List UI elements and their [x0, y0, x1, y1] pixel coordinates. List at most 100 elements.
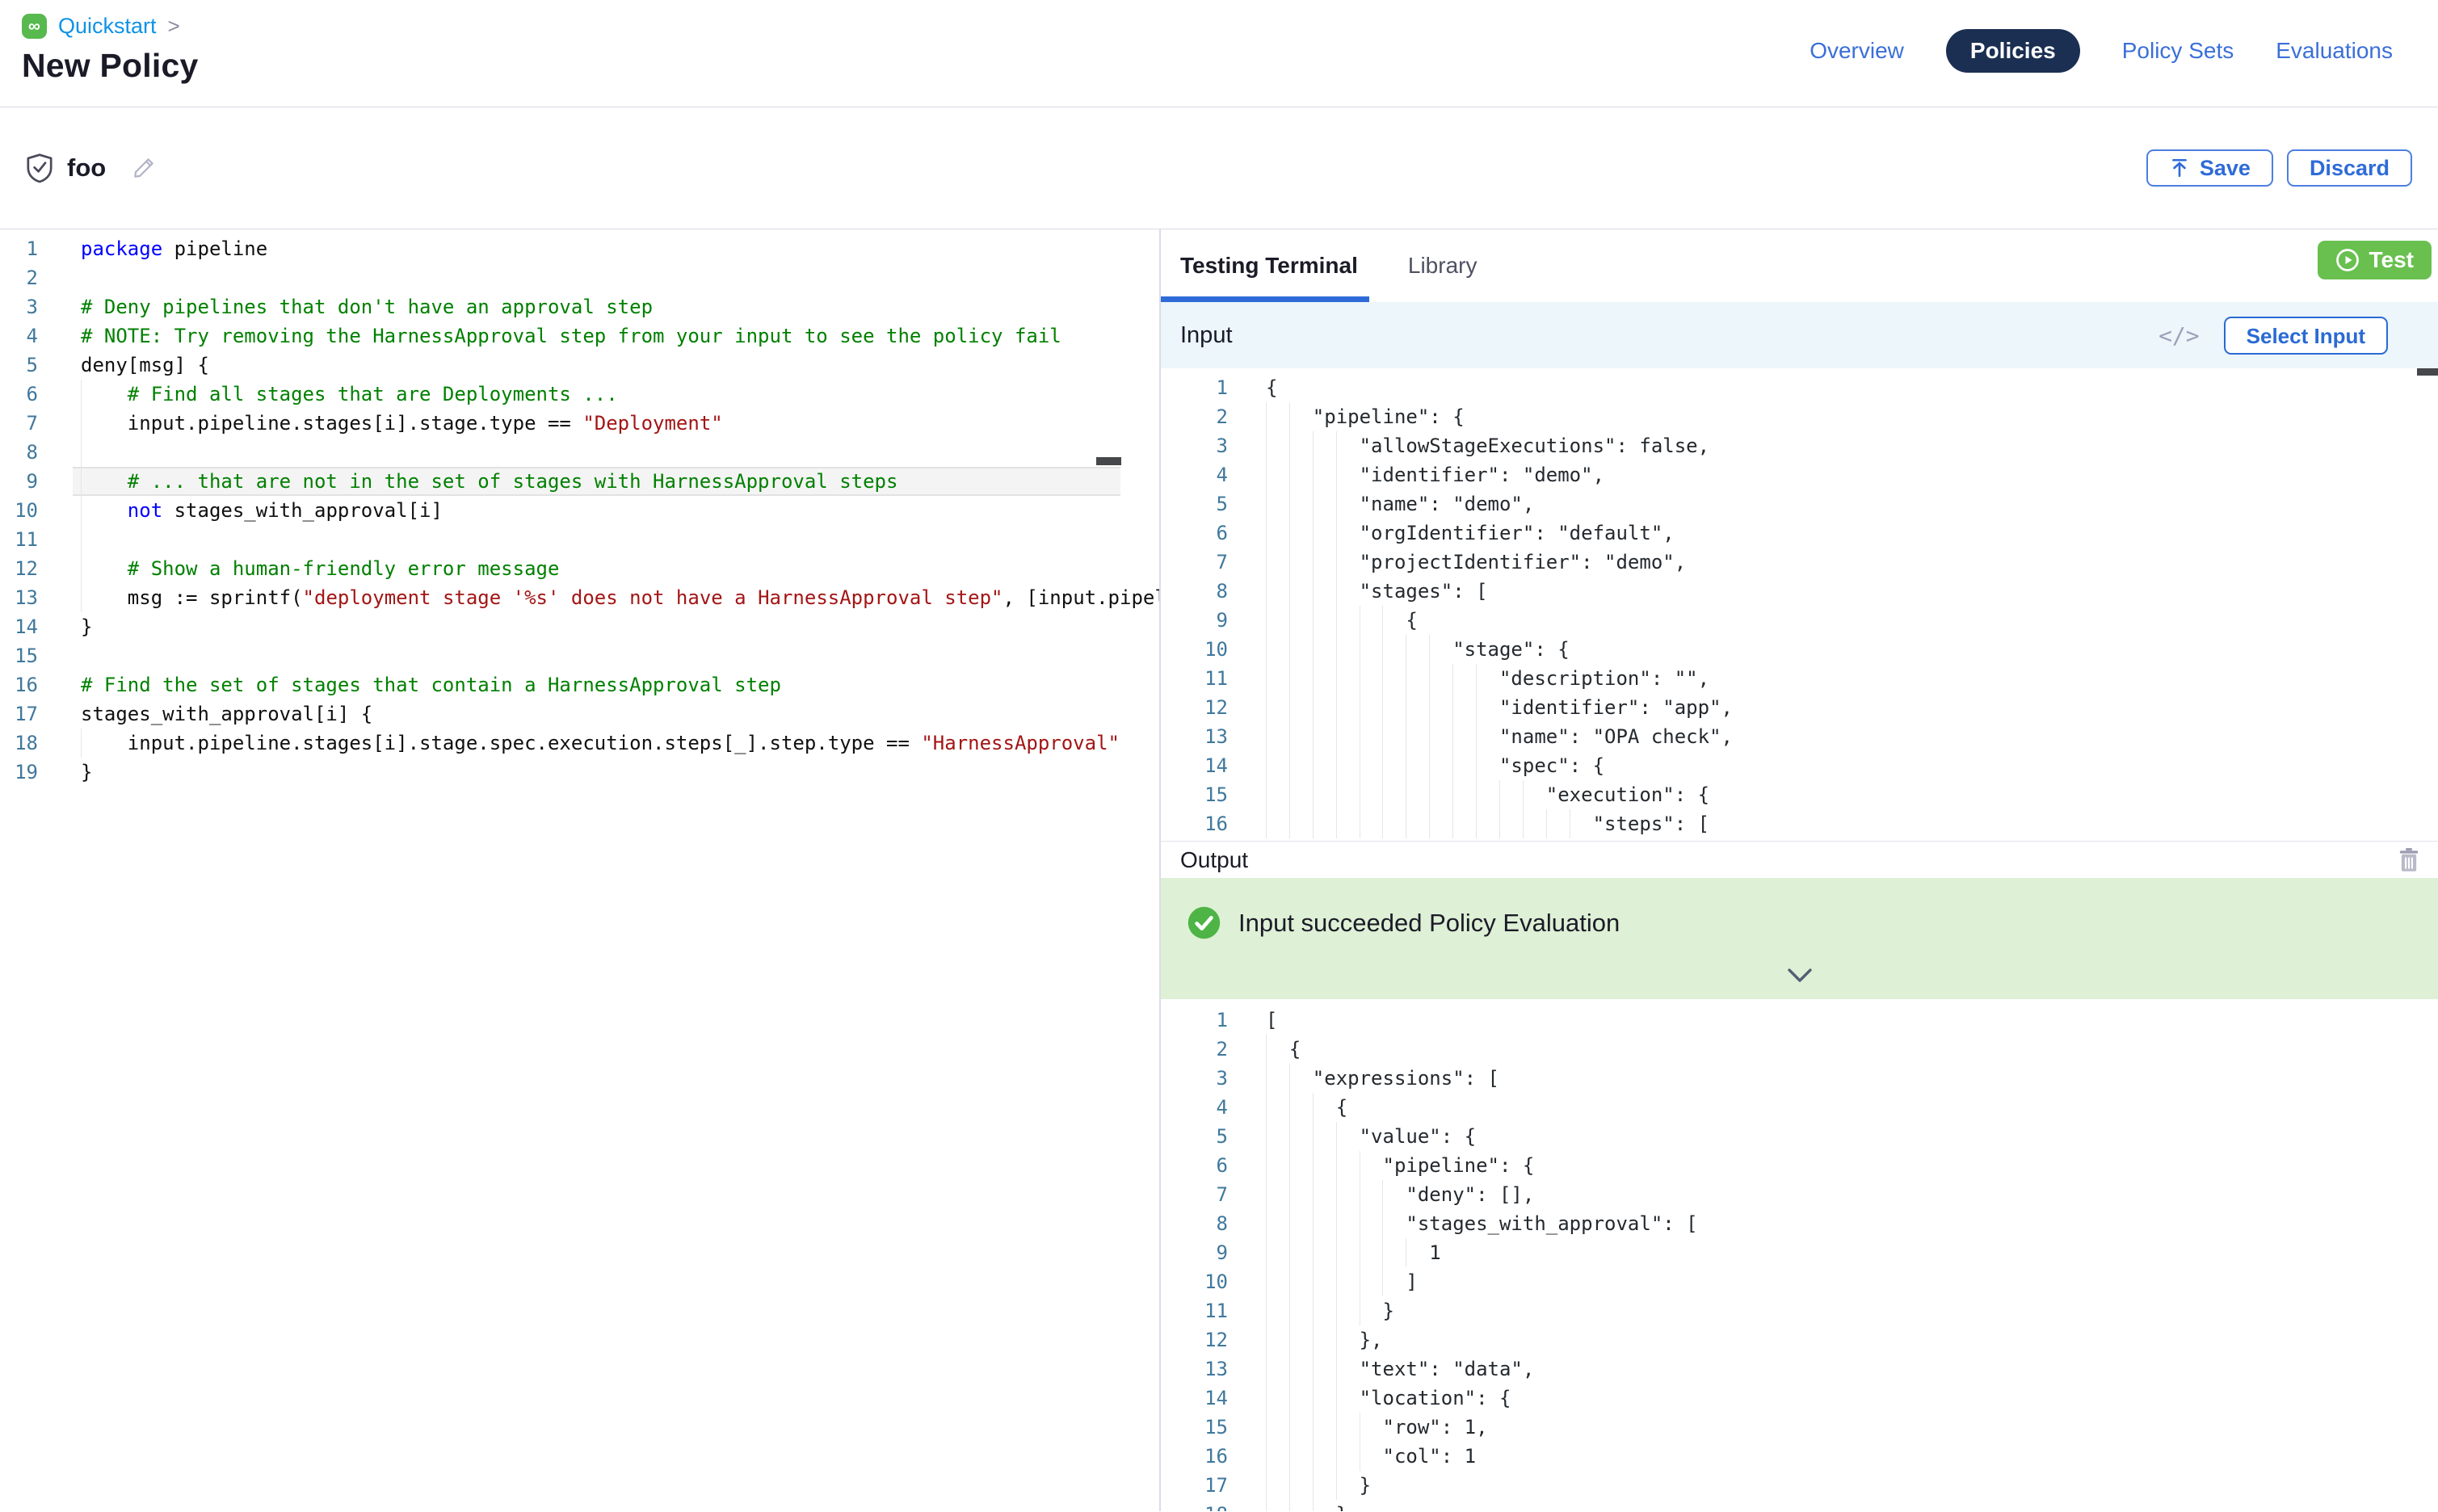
select-input-button[interactable]: Select Input [2224, 317, 2388, 355]
code-line: 13 "text": "data", [1161, 1354, 2438, 1384]
evaluation-success-banner: Input succeeded Policy Evaluation [1161, 878, 2438, 999]
code-line: 4# NOTE: Try removing the HarnessApprova… [0, 321, 1159, 351]
code-line: 2 [0, 263, 1159, 292]
play-circle-icon [2335, 248, 2360, 272]
save-label: Save [2200, 156, 2251, 181]
code-line: 4 "identifier": "demo", [1161, 460, 2438, 489]
test-button[interactable]: Test [2318, 241, 2432, 279]
code-line: 9 # ... that are not in the set of stage… [0, 467, 1159, 496]
overview-ruler-cursor-mark [1096, 457, 1121, 465]
clear-output-button[interactable] [2396, 846, 2422, 874]
code-line: 12 "identifier": "app", [1161, 693, 2438, 722]
code-line: 16# Find the set of stages that contain … [0, 670, 1159, 699]
toolbar-actions: Save Discard [2146, 149, 2412, 187]
nav-policy-sets[interactable]: Policy Sets [2122, 38, 2234, 64]
code-line: 11 } [1161, 1296, 2438, 1325]
code-line: 17 } [1161, 1471, 2438, 1500]
code-line: 15 "execution": { [1161, 780, 2438, 809]
code-line: 3# Deny pipelines that don't have an app… [0, 292, 1159, 321]
input-json-editor[interactable]: 1{2 "pipeline": {3 "allowStageExecutions… [1161, 368, 2438, 841]
code-line: 10 ] [1161, 1267, 2438, 1296]
policy-name: foo [67, 153, 106, 183]
code-line: 15 "row": 1, [1161, 1413, 2438, 1442]
nav-evaluations[interactable]: Evaluations [2276, 38, 2393, 64]
save-button[interactable]: Save [2146, 149, 2273, 187]
code-line: 4 { [1161, 1093, 2438, 1122]
tab-library[interactable]: Library [1408, 253, 1478, 279]
code-line: 2 "pipeline": { [1161, 402, 2438, 431]
code-line: 5 "value": { [1161, 1122, 2438, 1151]
code-line: 12 }, [1161, 1325, 2438, 1354]
collapse-banner-control[interactable] [1161, 967, 2438, 985]
page-header: ∞ Quickstart > New Policy Overview Polic… [0, 0, 2438, 107]
banner-message: Input succeeded Policy Evaluation [1238, 909, 1620, 938]
code-line: 9 { [1161, 606, 2438, 635]
code-line: 10 "stage": { [1161, 635, 2438, 664]
harness-logo-icon: ∞ [22, 14, 47, 39]
input-scrollbar-mark [2417, 368, 2438, 376]
code-line: 2 { [1161, 1035, 2438, 1064]
trash-icon [2396, 846, 2422, 874]
code-line: 1package pipeline [0, 234, 1159, 263]
active-tab-underline [1161, 296, 1369, 302]
code-line: 7 input.pipeline.stages[i].stage.type ==… [0, 409, 1159, 438]
code-line: 6 "pipeline": { [1161, 1151, 2438, 1180]
code-line: 19} [0, 758, 1159, 787]
check-circle-icon [1187, 905, 1221, 940]
code-line: 11 [0, 525, 1159, 554]
code-line: 14} [0, 612, 1159, 641]
top-nav: Overview Policies Policy Sets Evaluation… [1810, 29, 2393, 73]
testing-tabs: Testing Terminal Library Test [1161, 229, 2438, 302]
code-line: 6 "orgIdentifier": "default", [1161, 519, 2438, 548]
test-label: Test [2369, 247, 2415, 273]
code-line: 6 # Find all stages that are Deployments… [0, 380, 1159, 409]
code-line: 16 "steps": [ [1161, 809, 2438, 838]
code-line: 7 "projectIdentifier": "demo", [1161, 548, 2438, 577]
code-braces-icon[interactable]: </> [2158, 322, 2200, 349]
code-line: 8 [0, 438, 1159, 467]
pencil-icon [132, 156, 156, 180]
code-line: 11 "description": "", [1161, 664, 2438, 693]
code-line: 15 [0, 641, 1159, 670]
discard-button[interactable]: Discard [2287, 149, 2412, 187]
code-line: 16 "col": 1 [1161, 1442, 2438, 1471]
output-json-editor[interactable]: 1[2 {3 "expressions": [4 {5 "value": {6 … [1161, 999, 2438, 1511]
edit-policy-name-button[interactable] [132, 156, 156, 180]
code-line: 18 input.pipeline.stages[i].stage.spec.e… [0, 729, 1159, 758]
code-line: 8 "stages": [ [1161, 577, 2438, 606]
code-line: 13 msg := sprintf("deployment stage '%s'… [0, 583, 1159, 612]
output-section-header: Output [1161, 841, 2438, 878]
policy-shield-icon [26, 153, 53, 183]
input-title: Input [1180, 322, 1233, 349]
code-line: 18 } [1161, 1500, 2438, 1511]
code-line: 1[ [1161, 1006, 2438, 1035]
nav-overview[interactable]: Overview [1810, 38, 1904, 64]
upload-icon [2169, 158, 2190, 178]
nav-policies[interactable]: Policies [1946, 29, 2080, 73]
breadcrumb-quickstart-link[interactable]: Quickstart [58, 14, 157, 39]
code-line: 13 "name": "OPA check", [1161, 722, 2438, 751]
chevron-down-icon [1784, 967, 1815, 985]
chevron-right-icon: > [168, 14, 180, 39]
new-policy-page: ∞ Quickstart > New Policy Overview Polic… [0, 0, 2438, 1512]
code-line: 14 "location": { [1161, 1384, 2438, 1413]
testing-panel: Testing Terminal Library Test Input </> … [1161, 229, 2438, 1511]
output-title: Output [1180, 847, 1248, 873]
code-line: 8 "stages_with_approval": [ [1161, 1209, 2438, 1238]
rego-code-editor[interactable]: 1package pipeline23# Deny pipelines that… [0, 229, 1161, 1511]
code-line: 12 # Show a human-friendly error message [0, 554, 1159, 583]
code-line: 7 "deny": [], [1161, 1180, 2438, 1209]
code-line: 5deny[msg] { [0, 351, 1159, 380]
input-section-header: Input </> Select Input [1161, 302, 2438, 368]
policy-toolbar: foo Save Discard [0, 107, 2438, 229]
code-line: 3 "allowStageExecutions": false, [1161, 431, 2438, 460]
code-line: 5 "name": "demo", [1161, 489, 2438, 519]
code-line: 1{ [1161, 373, 2438, 402]
code-line: 17stages_with_approval[i] { [0, 699, 1159, 729]
discard-label: Discard [2310, 156, 2390, 181]
code-line: 14 "spec": { [1161, 751, 2438, 780]
code-line: 9 1 [1161, 1238, 2438, 1267]
tab-testing-terminal[interactable]: Testing Terminal [1180, 253, 1358, 279]
code-line: 10 not stages_with_approval[i] [0, 496, 1159, 525]
main-content: 1package pipeline23# Deny pipelines that… [0, 229, 2438, 1511]
